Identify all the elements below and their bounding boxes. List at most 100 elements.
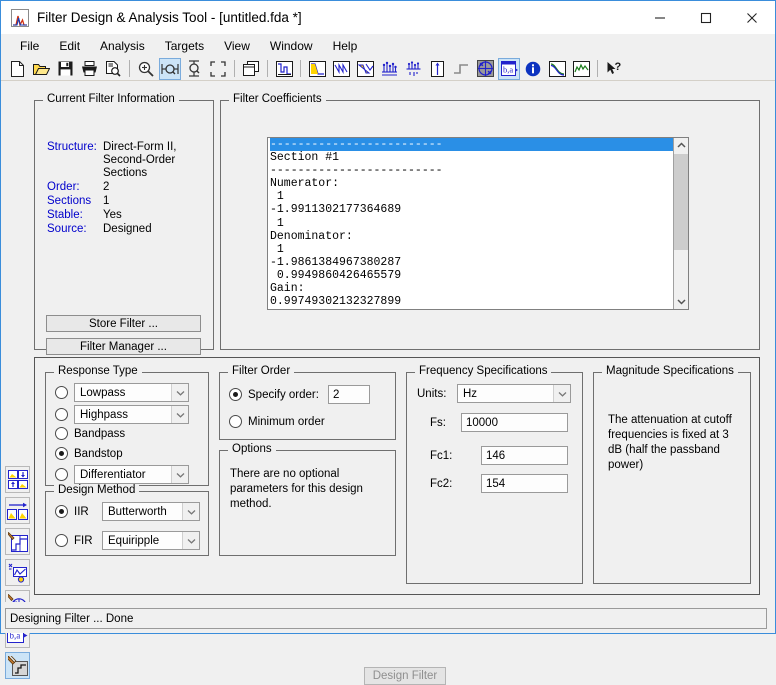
fc2-input[interactable]: 154: [481, 474, 568, 493]
title-bar: Filter Design & Analysis Tool - [untitle…: [1, 1, 775, 34]
store-filter-button[interactable]: Store Filter ...: [46, 315, 201, 332]
menu-help[interactable]: Help: [323, 37, 368, 55]
maximize-button[interactable]: [683, 1, 729, 34]
phase-response-icon[interactable]: [330, 58, 352, 80]
design-filter-button[interactable]: Design Filter: [364, 667, 446, 685]
zoom-y-icon[interactable]: [183, 58, 205, 80]
chevron-down-icon[interactable]: [171, 466, 188, 483]
filter-manager-button[interactable]: Filter Manager ...: [46, 338, 201, 355]
coefficients-textbox[interactable]: ------------------------- Section #1 ----…: [267, 137, 689, 310]
import-filter-side-icon[interactable]: [5, 497, 30, 524]
specify-order-option[interactable]: Specify order: 2: [229, 385, 370, 404]
set-quantization-side-icon[interactable]: [5, 652, 30, 679]
response-type-option-lowpass[interactable]: Lowpass: [55, 383, 189, 402]
fc1-row: Fc1: 146: [430, 446, 568, 465]
new-filter-icon[interactable]: [6, 58, 28, 80]
chevron-down-icon[interactable]: [182, 532, 199, 549]
filter-coefficients-icon[interactable]: b,a: [498, 57, 520, 80]
radio-differentiator[interactable]: [55, 468, 68, 481]
coefficients-line: 1: [270, 242, 284, 256]
fir-method-combo[interactable]: Equiripple: [102, 531, 200, 550]
menu-window[interactable]: Window: [260, 37, 323, 55]
menu-targets[interactable]: Targets: [155, 37, 214, 55]
radio-highpass[interactable]: [55, 408, 68, 421]
radio-lowpass[interactable]: [55, 386, 68, 399]
info-key: Order:: [47, 181, 80, 193]
panel-legend: Filter Coefficients: [229, 93, 326, 105]
print-preview-icon[interactable]: [102, 58, 124, 80]
design-filter-side-icon[interactable]: [5, 466, 30, 493]
menu-file[interactable]: File: [10, 37, 49, 55]
info-value: 1: [103, 195, 110, 207]
chevron-down-icon[interactable]: [171, 406, 188, 423]
panel-legend: Frequency Specifications: [415, 365, 552, 377]
coefficients-scrollbar[interactable]: [673, 138, 688, 309]
chevron-down-icon[interactable]: [553, 385, 570, 402]
iir-method-combo[interactable]: Butterworth: [102, 502, 200, 521]
response-type-option-bandpass[interactable]: Bandpass: [55, 427, 125, 440]
menu-view[interactable]: View: [214, 37, 260, 55]
svg-text:?: ?: [615, 61, 622, 73]
fc1-input[interactable]: 146: [481, 446, 568, 465]
print-icon[interactable]: [78, 58, 100, 80]
scrollbar-thumb[interactable]: [674, 154, 688, 250]
design-method-option-fir[interactable]: FIR Equiripple: [55, 531, 200, 550]
response-type-option-highpass[interactable]: Highpass: [55, 405, 189, 424]
radio-fir[interactable]: [55, 534, 68, 547]
filter-information-icon[interactable]: [522, 58, 544, 80]
response-type-option-differentiator[interactable]: Differentiator: [55, 465, 189, 484]
radio-minimum-order[interactable]: [229, 415, 242, 428]
fs-label: Fs:: [430, 416, 446, 429]
fc2-label: Fc2:: [430, 477, 453, 490]
group-delay-icon[interactable]: [378, 58, 400, 80]
close-button[interactable]: [729, 1, 775, 34]
current-filter-information-panel: Current Filter Information Structure: Di…: [34, 93, 214, 355]
radio-specify-order[interactable]: [229, 388, 242, 401]
menu-edit[interactable]: Edit: [49, 37, 90, 55]
zoom-x-icon[interactable]: [159, 57, 181, 80]
fs-input[interactable]: 10000: [461, 413, 568, 432]
quantize-filter-side-icon[interactable]: [5, 528, 30, 555]
magnitude-estimate-icon[interactable]: [546, 58, 568, 80]
fs-row: Fs: 10000: [430, 413, 568, 432]
status-text: Designing Filter ... Done: [5, 608, 767, 629]
highpass-combo[interactable]: Highpass: [74, 405, 189, 424]
differentiator-combo[interactable]: Differentiator: [74, 465, 189, 484]
design-method-option-iir[interactable]: IIR Butterworth: [55, 502, 200, 521]
full-view-icon[interactable]: [207, 58, 229, 80]
radio-bandpass[interactable]: [55, 427, 68, 440]
new-window-icon[interactable]: [240, 58, 262, 80]
chevron-up-icon[interactable]: [674, 138, 688, 153]
panel-border: [593, 372, 751, 584]
menu-analysis[interactable]: Analysis: [90, 37, 155, 55]
magnitude-phase-icon[interactable]: [354, 58, 376, 80]
phase-delay-icon[interactable]: [402, 58, 424, 80]
info-value-line: Sections: [103, 167, 148, 179]
bandpass-label: Bandpass: [74, 427, 126, 440]
round-off-noise-icon[interactable]: [570, 58, 592, 80]
step-response-icon[interactable]: [450, 58, 472, 80]
options-panel: Options There are no optional parameters…: [219, 443, 396, 556]
radio-iir[interactable]: [55, 505, 68, 518]
context-help-icon[interactable]: ?: [603, 58, 625, 80]
radio-bandstop[interactable]: [55, 447, 68, 460]
magnitude-response-icon[interactable]: [306, 58, 328, 80]
minimum-order-option[interactable]: Minimum order: [229, 415, 325, 428]
impulse-response-icon[interactable]: [426, 58, 448, 80]
chevron-down-icon[interactable]: [171, 384, 188, 401]
chevron-down-icon[interactable]: [182, 503, 199, 520]
save-session-icon[interactable]: [54, 58, 76, 80]
lowpass-combo[interactable]: Lowpass: [74, 383, 189, 402]
coefficients-line: Denominator:: [270, 229, 353, 243]
chevron-down-icon[interactable]: [674, 294, 688, 309]
units-combo[interactable]: Hz: [457, 384, 571, 403]
filter-specifications-icon[interactable]: [273, 58, 295, 80]
response-type-option-bandstop[interactable]: Bandstop: [55, 447, 123, 460]
minimize-button[interactable]: [637, 1, 683, 34]
order-value-input[interactable]: 2: [327, 385, 370, 404]
open-session-icon[interactable]: [30, 58, 52, 80]
zoom-in-icon[interactable]: [135, 58, 157, 80]
fc2-row: Fc2: 154: [430, 474, 568, 493]
pole-zero-plot-icon[interactable]: [474, 58, 496, 80]
transform-filter-side-icon[interactable]: [5, 559, 30, 586]
